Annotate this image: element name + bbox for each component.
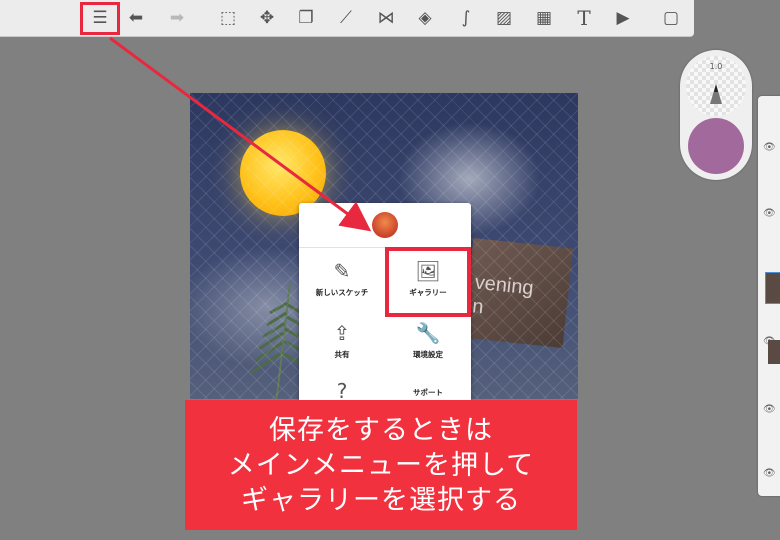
- caption-line1: 保存をするときは: [269, 414, 493, 446]
- caption-banner: 保存をするときは メインメニューを押して ギャラリーを選択する: [185, 400, 577, 530]
- caption-line3: ギャラリーを選択する: [241, 484, 521, 516]
- caption-line2: メインメニューを押して: [227, 449, 535, 481]
